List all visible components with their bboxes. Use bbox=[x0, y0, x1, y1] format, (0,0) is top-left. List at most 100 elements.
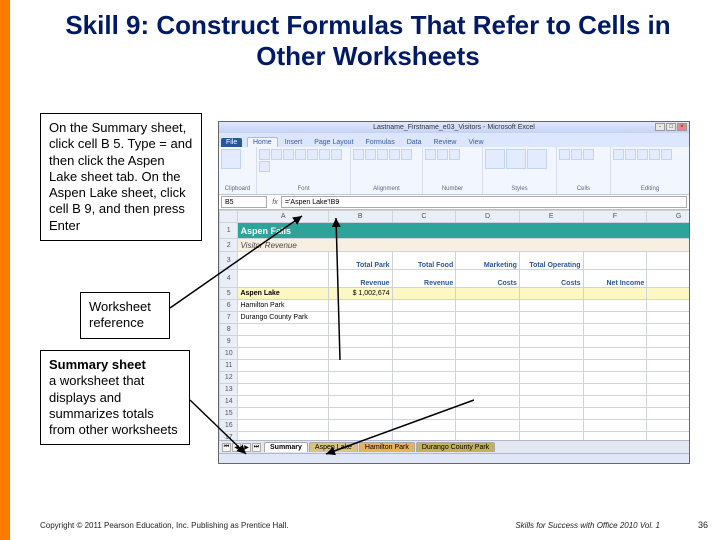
row-header[interactable]: 17 bbox=[220, 432, 238, 441]
col-label[interactable]: Marketing bbox=[456, 252, 520, 270]
align-center-icon[interactable] bbox=[365, 149, 376, 160]
col-header[interactable]: F bbox=[583, 211, 647, 223]
comma-icon[interactable] bbox=[449, 149, 460, 160]
fill-color-icon[interactable] bbox=[331, 149, 342, 160]
merge-icon[interactable] bbox=[401, 149, 412, 160]
status-bar bbox=[219, 453, 689, 463]
row-label[interactable]: Hamilton Park bbox=[238, 300, 328, 312]
col-header[interactable]: B bbox=[328, 211, 392, 223]
ribbon-body: Clipboard Font Alignment Number Styles C… bbox=[219, 147, 689, 195]
row-label[interactable]: Durango County Park bbox=[238, 312, 328, 324]
sort-filter-icon[interactable] bbox=[649, 149, 660, 160]
font-color-icon[interactable] bbox=[259, 161, 270, 172]
col-header[interactable]: C bbox=[392, 211, 456, 223]
callout-summary-sheet: Summary sheet a worksheet that displays … bbox=[40, 350, 190, 445]
minimize-button[interactable]: ‑ bbox=[655, 123, 665, 131]
bold-icon[interactable] bbox=[283, 149, 294, 160]
ribbon-tab-data[interactable]: Data bbox=[402, 138, 427, 147]
close-button[interactable]: × bbox=[677, 123, 687, 131]
col-header[interactable]: G bbox=[647, 211, 689, 223]
row-header[interactable]: 11 bbox=[220, 360, 238, 372]
col-header[interactable]: A bbox=[238, 211, 328, 223]
cell-styles-icon[interactable] bbox=[527, 149, 547, 169]
find-select-icon[interactable] bbox=[661, 149, 672, 160]
row-header[interactable]: 13 bbox=[220, 384, 238, 396]
grid[interactable]: A B C D E F G 1 Aspen Falls 2 Visitor Re… bbox=[219, 210, 689, 440]
ribbon-tab-home[interactable]: Home bbox=[247, 137, 278, 147]
row-header[interactable]: 10 bbox=[220, 348, 238, 360]
select-all-corner[interactable] bbox=[220, 211, 238, 223]
file-tab[interactable]: File bbox=[221, 138, 242, 147]
col-label[interactable]: Net Income bbox=[583, 270, 647, 288]
sheet-subtitle[interactable]: Visitor Revenue bbox=[238, 239, 689, 252]
maximize-button[interactable]: □ bbox=[666, 123, 676, 131]
row-header[interactable]: 8 bbox=[220, 324, 238, 336]
font-icon[interactable] bbox=[259, 149, 270, 160]
ribbon-tab-insert[interactable]: Insert bbox=[280, 138, 308, 147]
row-header[interactable]: 6 bbox=[220, 300, 238, 312]
cell-b5[interactable]: $ 1,002,674 bbox=[328, 288, 392, 300]
autosum-icon[interactable] bbox=[613, 149, 624, 160]
name-box[interactable]: B5 bbox=[221, 196, 267, 208]
sheet-tab-hamilton-park[interactable]: Hamilton Park bbox=[359, 442, 415, 452]
fx-icon[interactable]: fx bbox=[269, 196, 281, 208]
number-format-icon[interactable] bbox=[425, 149, 436, 160]
paste-icon[interactable] bbox=[221, 149, 241, 169]
row-header[interactable]: 4 bbox=[220, 270, 238, 288]
row-header[interactable]: 5 bbox=[220, 288, 238, 300]
underline-icon[interactable] bbox=[307, 149, 318, 160]
ribbon-group-alignment: Alignment bbox=[353, 186, 420, 192]
font-size-icon[interactable] bbox=[271, 149, 282, 160]
col-label[interactable]: Revenue bbox=[392, 270, 456, 288]
row-header[interactable]: 2 bbox=[220, 239, 238, 252]
ribbon-tab-formulas[interactable]: Formulas bbox=[361, 138, 400, 147]
delete-cells-icon[interactable] bbox=[571, 149, 582, 160]
percent-icon[interactable] bbox=[437, 149, 448, 160]
conditional-formatting-icon[interactable] bbox=[485, 149, 505, 169]
tab-nav-first[interactable]: ⏮ bbox=[222, 443, 231, 452]
col-header[interactable]: D bbox=[456, 211, 520, 223]
col-label[interactable]: Total Park bbox=[328, 252, 392, 270]
col-label[interactable]: Total Food bbox=[392, 252, 456, 270]
col-label[interactable]: Total Operating bbox=[519, 252, 583, 270]
sheet-tab-aspen-lake[interactable]: Aspen Lake bbox=[309, 442, 358, 452]
col-header[interactable]: E bbox=[519, 211, 583, 223]
ribbon-tab-view[interactable]: View bbox=[463, 138, 488, 147]
window-title: Lastname_Firstname_e03_Visitors - Micros… bbox=[373, 124, 535, 131]
tab-nav-prev[interactable]: ◀ bbox=[232, 443, 241, 452]
fill-icon[interactable] bbox=[625, 149, 636, 160]
border-icon[interactable] bbox=[319, 149, 330, 160]
row-header[interactable]: 12 bbox=[220, 372, 238, 384]
ribbon-group-styles: Styles bbox=[485, 186, 554, 192]
col-label[interactable]: Costs bbox=[456, 270, 520, 288]
row-header[interactable]: 16 bbox=[220, 420, 238, 432]
formula-bar[interactable]: ='Aspen Lake'!B9 bbox=[281, 196, 687, 208]
callout-instruction: On the Summary sheet, click cell B 5. Ty… bbox=[40, 113, 202, 241]
row-header[interactable]: 7 bbox=[220, 312, 238, 324]
italic-icon[interactable] bbox=[295, 149, 306, 160]
ribbon-tab-pagelayout[interactable]: Page Layout bbox=[309, 138, 358, 147]
row-header[interactable]: 15 bbox=[220, 408, 238, 420]
format-as-table-icon[interactable] bbox=[506, 149, 526, 169]
col-label[interactable]: Costs bbox=[519, 270, 583, 288]
clear-icon[interactable] bbox=[637, 149, 648, 160]
ribbon-group-cells: Cells bbox=[559, 186, 608, 192]
format-cells-icon[interactable] bbox=[583, 149, 594, 160]
col-label[interactable]: Revenue bbox=[328, 270, 392, 288]
wrap-text-icon[interactable] bbox=[389, 149, 400, 160]
align-right-icon[interactable] bbox=[377, 149, 388, 160]
row-label[interactable]: Aspen Lake bbox=[238, 288, 328, 300]
tab-nav-next[interactable]: ▶ bbox=[242, 443, 251, 452]
row-header[interactable]: 14 bbox=[220, 396, 238, 408]
align-left-icon[interactable] bbox=[353, 149, 364, 160]
ribbon-tab-review[interactable]: Review bbox=[429, 138, 462, 147]
sheet-tab-summary[interactable]: Summary bbox=[264, 442, 308, 452]
sheet-tab-durango[interactable]: Durango County Park bbox=[416, 442, 495, 452]
row-header[interactable]: 3 bbox=[220, 252, 238, 270]
footer-booktitle: Skills for Success with Office 2010 Vol.… bbox=[515, 521, 660, 530]
row-header[interactable]: 9 bbox=[220, 336, 238, 348]
tab-nav-last[interactable]: ⏭ bbox=[252, 443, 261, 452]
row-header[interactable]: 1 bbox=[220, 223, 238, 239]
sheet-title[interactable]: Aspen Falls bbox=[238, 223, 689, 239]
insert-cells-icon[interactable] bbox=[559, 149, 570, 160]
